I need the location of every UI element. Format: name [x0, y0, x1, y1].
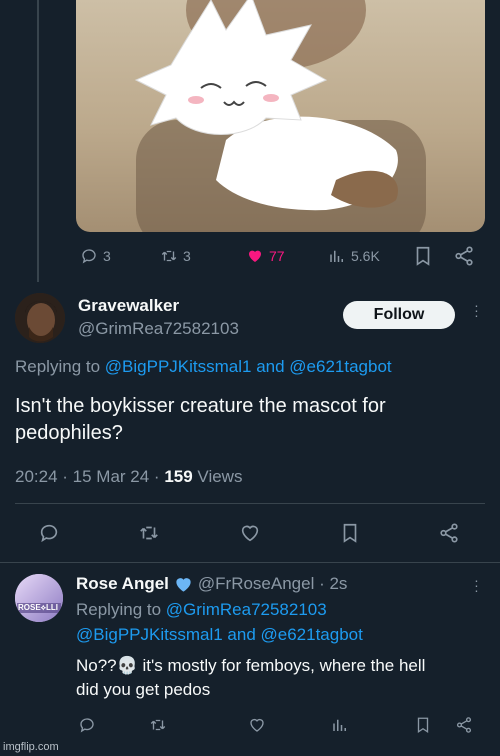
heart-filled-icon [249, 250, 261, 262]
tweet-media-image[interactable] [76, 0, 485, 232]
reply-button[interactable] [38, 522, 60, 549]
share-button[interactable] [455, 716, 473, 734]
heart-badge-icon [176, 577, 191, 592]
share-icon [455, 246, 473, 266]
tweet-text-line-1: Isn't the boykisser creature the mascot … [15, 395, 386, 417]
avatar-rose-angel[interactable]: ROSE⟡LLI [15, 574, 63, 622]
views-icon [330, 250, 343, 262]
more-options-icon[interactable]: · · · [471, 573, 481, 597]
share-icon [440, 523, 458, 543]
share-button[interactable] [453, 245, 475, 272]
views-number: 159 [164, 467, 193, 486]
reply-icon [80, 718, 94, 733]
retweet-icon [161, 250, 177, 262]
retweet-icon [140, 526, 158, 540]
share-button[interactable] [438, 522, 460, 549]
views-button[interactable] [331, 716, 349, 734]
views-icon [333, 719, 346, 731]
replying-users-link[interactable]: @BigPPJKitssmal1 and @e621tagbot [105, 357, 392, 376]
avatar-gravewalker[interactable] [15, 293, 65, 343]
divider [15, 503, 485, 504]
like-button[interactable] [239, 522, 261, 549]
retweet-button[interactable] [149, 716, 167, 734]
avatar-text: ROSE⟡LLI [18, 603, 58, 612]
avatar-image [15, 293, 65, 343]
watermark: imgflip.com [3, 741, 59, 753]
bookmark-button[interactable] [414, 716, 432, 734]
follow-button[interactable]: Follow [343, 301, 455, 329]
tweet-meta: 20:24 · 15 Mar 24 · 159 Views [15, 467, 242, 487]
bookmark-icon [343, 523, 357, 543]
timestamp[interactable]: 20:24 · 15 Mar 24 · [15, 467, 160, 486]
thread-line [37, 0, 39, 282]
reply-icon [40, 524, 58, 543]
replying-to: Replying to @BigPPJKitssmal1 and @e621ta… [15, 357, 392, 377]
bookmark-button[interactable] [339, 522, 361, 549]
handle-time[interactable]: @FrRoseAngel · 2s [198, 574, 348, 594]
user-handle[interactable]: @GrimRea72582103 [78, 319, 239, 339]
reply-header: Rose Angel @FrRoseAngel · 2s [76, 574, 347, 594]
more-options-icon[interactable]: · · · [471, 298, 481, 322]
reply-text: No??💀 it's mostly for femboys, where the… [76, 654, 491, 702]
media-illustration [134, 0, 426, 232]
heart-icon [250, 718, 264, 732]
retweet-count: 3 [183, 248, 191, 264]
reply-count: 3 [103, 248, 111, 264]
bookmark-button[interactable] [412, 245, 434, 272]
retweet-icon [150, 719, 166, 731]
tweet-text: Isn't the boykisser creature the mascot … [15, 393, 485, 447]
like-count: 77 [269, 248, 285, 264]
replying-users-link[interactable]: @BigPPJKitssmal1 and @e621tagbot [76, 625, 363, 645]
views-count: 5.6K [351, 248, 380, 264]
replying-prefix: Replying to [15, 357, 101, 376]
views-label: Views [197, 467, 243, 486]
reply-stat[interactable]: 3 [80, 247, 111, 265]
reply-icon [82, 249, 96, 264]
heart-icon [241, 525, 259, 542]
retweet-stat[interactable]: 3 [160, 247, 191, 265]
tweet-text-line-2: pedophiles? [15, 422, 123, 444]
replying-user-link[interactable]: @GrimRea72582103 [166, 600, 327, 619]
reply-text-line-2: did you get pedos [76, 680, 211, 699]
bookmark-icon [417, 717, 429, 734]
replying-prefix: Replying to [76, 600, 162, 619]
retweet-button[interactable] [138, 522, 160, 549]
like-button[interactable] [248, 716, 266, 734]
reply-text-line-1: No??💀 it's mostly for femboys, where the… [76, 656, 426, 675]
reply-button[interactable] [78, 716, 96, 734]
share-icon [456, 717, 472, 733]
avatar-image [15, 574, 63, 622]
display-name[interactable]: Gravewalker [78, 296, 179, 316]
views-stat[interactable]: 5.6K [328, 247, 380, 265]
replying-to: Replying to @GrimRea72582103 [76, 600, 327, 620]
display-name[interactable]: Rose Angel [76, 574, 169, 594]
divider [0, 562, 500, 563]
like-stat[interactable]: 77 [246, 247, 285, 265]
bookmark-icon [416, 246, 430, 266]
